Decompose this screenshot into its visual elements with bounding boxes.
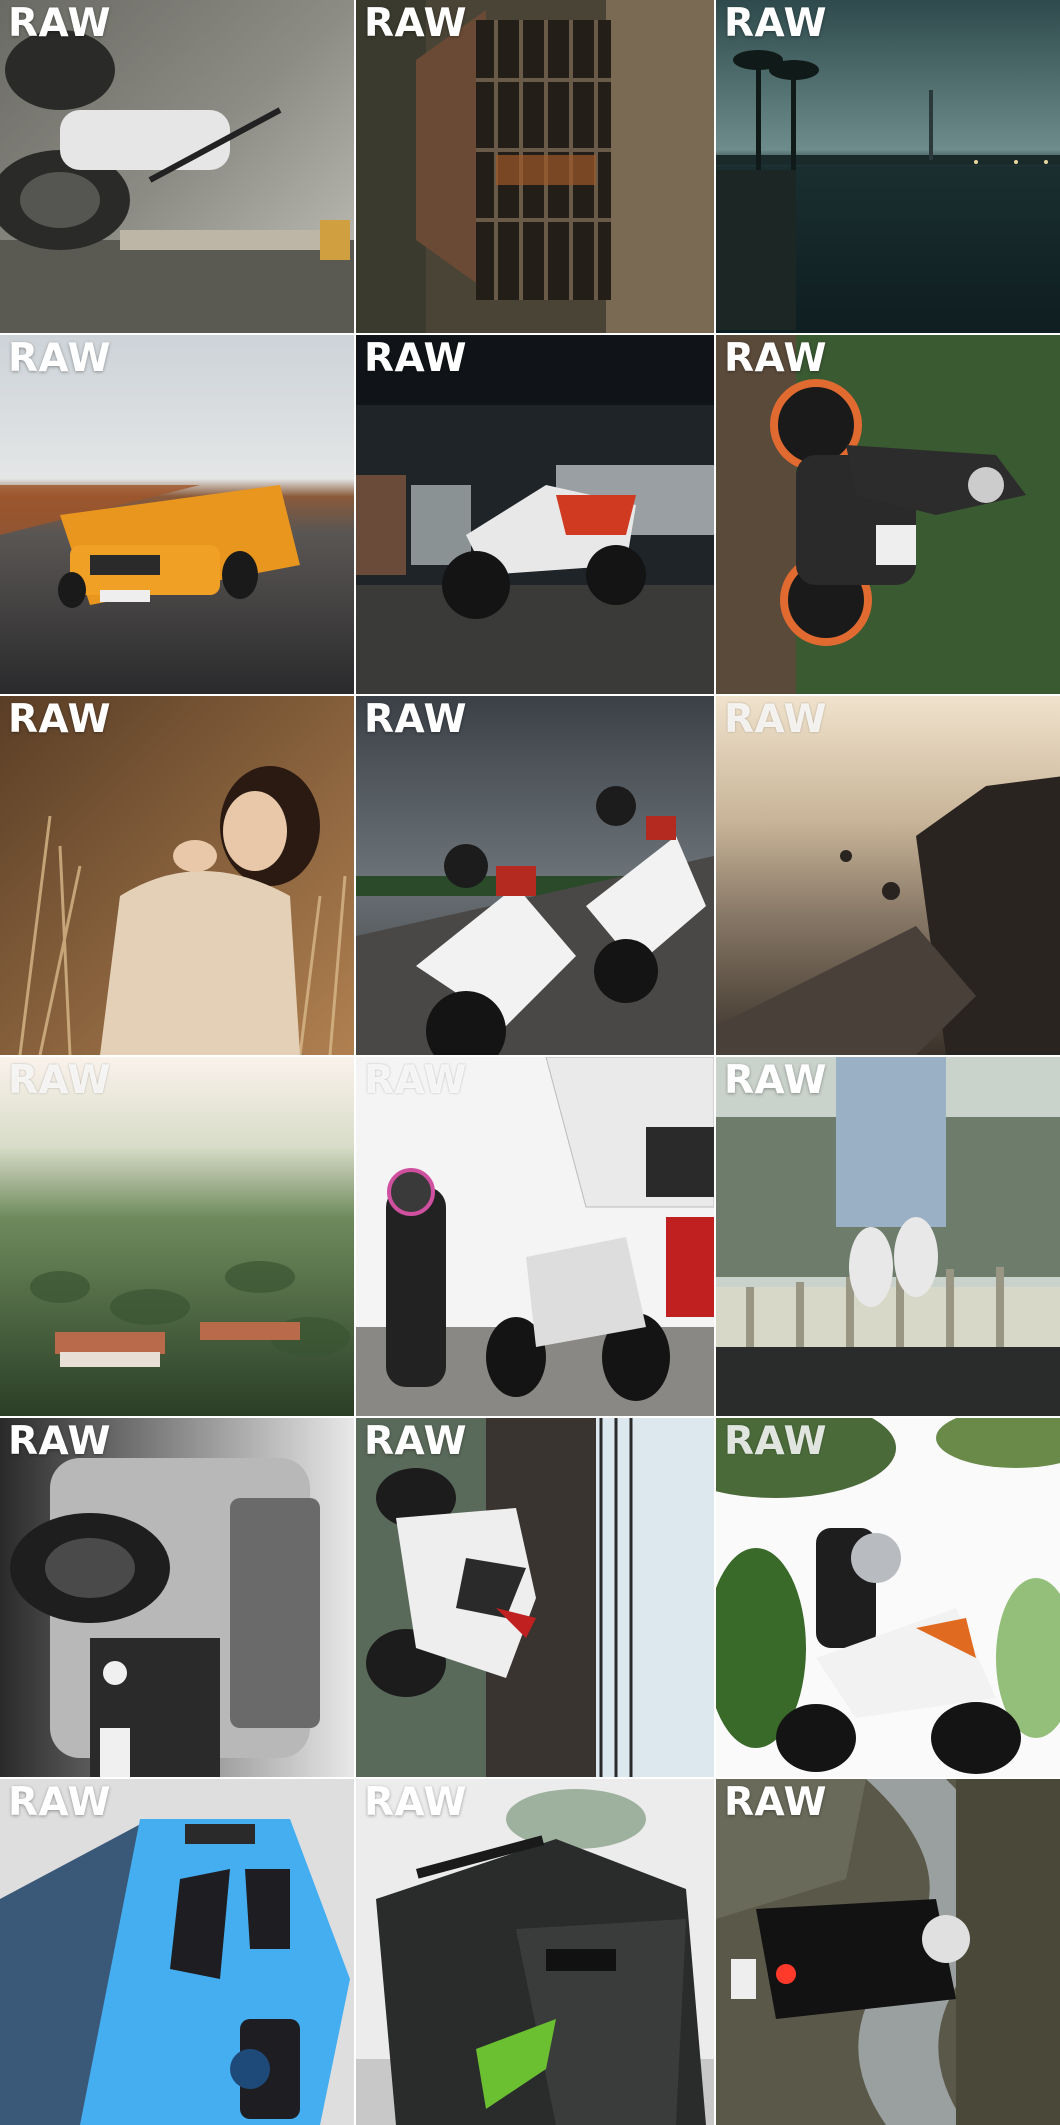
photo-tile[interactable]: RAW: [0, 1779, 354, 2125]
photo-tile[interactable]: RAW: [716, 1779, 1060, 2125]
photo-tile[interactable]: RAW: [0, 335, 354, 694]
photo-thumbnail: [356, 0, 714, 333]
raw-label: RAW: [724, 1, 827, 46]
photo-thumbnail: [0, 335, 354, 694]
photo-thumbnail: [0, 1418, 354, 1777]
raw-label: RAW: [8, 1, 111, 46]
raw-label: RAW: [364, 1058, 467, 1103]
photo-thumbnail: [716, 1779, 1060, 2125]
photo-tile[interactable]: RAW: [356, 1057, 714, 1416]
photo-tile[interactable]: RAW: [716, 1418, 1060, 1777]
photo-tile[interactable]: RAW: [0, 1418, 354, 1777]
photo-tile[interactable]: RAW: [0, 696, 354, 1055]
photo-tile[interactable]: RAW: [356, 0, 714, 333]
photo-thumbnail: [356, 1779, 714, 2125]
photo-thumbnail: [716, 1057, 1060, 1416]
photo-thumbnail: [0, 1779, 354, 2125]
raw-label: RAW: [8, 1058, 111, 1103]
raw-label: RAW: [724, 1058, 827, 1103]
raw-label: RAW: [724, 1419, 827, 1464]
raw-label: RAW: [8, 336, 111, 381]
photo-thumbnail: [0, 1057, 354, 1416]
photo-thumbnail: [356, 1418, 714, 1777]
photo-tile[interactable]: RAW: [0, 0, 354, 333]
photo-thumbnail: [356, 696, 714, 1055]
raw-label: RAW: [724, 1780, 827, 1825]
photo-tile[interactable]: RAW: [716, 335, 1060, 694]
raw-label: RAW: [364, 1, 467, 46]
raw-label: RAW: [8, 697, 111, 742]
raw-label: RAW: [724, 697, 827, 742]
photo-thumbnail: [716, 335, 1060, 694]
photo-thumbnail: [0, 696, 354, 1055]
photo-grid: RAW RAW RAW RAW RAW RAW RAW RAW RAW RAW …: [0, 0, 1060, 2125]
raw-label: RAW: [364, 697, 467, 742]
photo-tile[interactable]: RAW: [356, 335, 714, 694]
raw-label: RAW: [364, 1419, 467, 1464]
photo-thumbnail: [356, 335, 714, 694]
photo-thumbnail: [716, 1418, 1060, 1777]
raw-label: RAW: [8, 1780, 111, 1825]
photo-thumbnail: [716, 696, 1060, 1055]
raw-label: RAW: [724, 336, 827, 381]
photo-tile[interactable]: RAW: [356, 1418, 714, 1777]
photo-tile[interactable]: RAW: [716, 696, 1060, 1055]
photo-tile[interactable]: RAW: [356, 696, 714, 1055]
photo-tile[interactable]: RAW: [716, 0, 1060, 333]
photo-thumbnail: [716, 0, 1060, 333]
photo-tile[interactable]: RAW: [716, 1057, 1060, 1416]
raw-label: RAW: [364, 1780, 467, 1825]
raw-label: RAW: [364, 336, 467, 381]
photo-thumbnail: [356, 1057, 714, 1416]
photo-tile[interactable]: RAW: [356, 1779, 714, 2125]
raw-label: RAW: [8, 1419, 111, 1464]
photo-tile[interactable]: RAW: [0, 1057, 354, 1416]
photo-thumbnail: [0, 0, 354, 333]
